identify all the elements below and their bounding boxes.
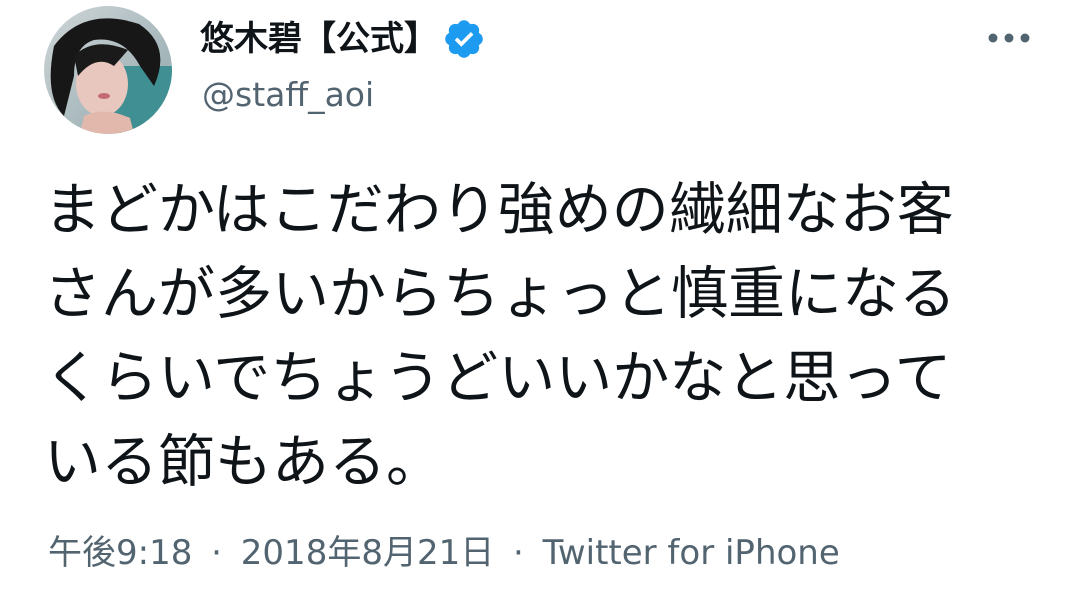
tweet-date-link[interactable]: 2018年8月21日 <box>241 533 494 573</box>
author-name-row[interactable]: 悠木碧【公式】 <box>200 14 486 64</box>
tweet-card: 悠木碧【公式】 @staff_aoi まどかはこだわり強めの繊細なお客 さんが多… <box>0 0 1078 613</box>
display-name[interactable]: 悠木碧【公式】 <box>200 14 438 64</box>
tweet-source-link[interactable]: Twitter for iPhone <box>543 533 840 573</box>
tweet-text: まどかはこだわり強めの繊細なお客 さんが多いからちょっと慎重になる くらいでちょ… <box>44 168 1044 504</box>
tweet-text-line: まどかはこだわり強めの繊細なお客 <box>44 177 954 243</box>
meta-separator: · <box>211 533 222 573</box>
tweet-text-line: いる節もある。 <box>44 429 443 495</box>
avatar[interactable] <box>44 6 172 134</box>
verified-badge-icon <box>442 17 486 61</box>
more-horizontal-icon <box>988 33 1030 43</box>
tweet-text-line: くらいでちょうどいいかなと思って <box>44 345 952 411</box>
tweet-text-line: さんが多いからちょっと慎重になる <box>44 261 956 327</box>
author-handle[interactable]: @staff_aoi <box>202 72 374 118</box>
tweet-time-link[interactable]: 午後9:18 <box>48 533 192 573</box>
user-avatar-icon <box>44 6 172 134</box>
tweet-meta: 午後9:18 · 2018年8月21日 · Twitter for iPhone <box>48 528 840 578</box>
more-options-button[interactable] <box>984 18 1034 58</box>
meta-separator: · <box>513 533 524 573</box>
